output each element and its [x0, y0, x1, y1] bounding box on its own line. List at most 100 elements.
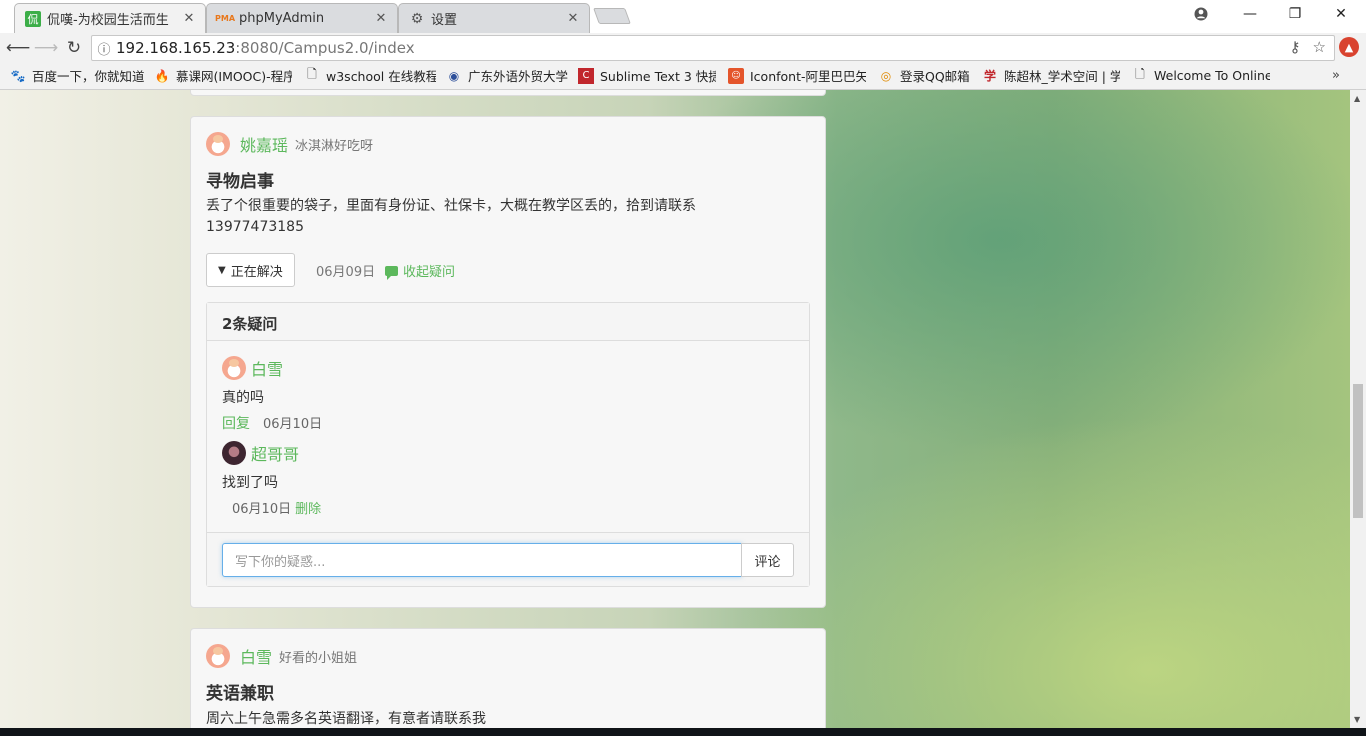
post-author-signature: 好看的小姐姐 — [279, 650, 358, 666]
url-host: 192.168.165.23 — [116, 39, 236, 57]
profile-icon[interactable] — [1178, 0, 1224, 28]
post-author-row: 白雪 好看的小姐姐 — [206, 644, 357, 668]
avatar[interactable] — [222, 356, 246, 380]
bookmark-welcome[interactable]: 🗋 Welcome To Online — [1132, 68, 1270, 84]
post-author-row: 姚嘉瑶 冰淇淋好吃呀 — [206, 132, 373, 156]
comment-form: 写下你的疑惑... 评论 — [207, 532, 809, 586]
tab-phpmyadmin[interactable]: PMA phpMyAdmin ✕ — [206, 3, 398, 33]
bookmark-qqmail[interactable]: ◎ 登录QQ邮箱 — [878, 66, 972, 85]
university-logo-icon: ◉ — [448, 68, 460, 83]
comment-text: 真的吗 — [222, 390, 264, 406]
comment-date: 06月10日 — [263, 417, 323, 432]
post-title: 寻物启事 — [206, 172, 274, 192]
bookmark-imooc[interactable]: 🔥 慕课网(IMOOC)-程序 — [154, 66, 292, 85]
close-icon[interactable]: ✕ — [373, 11, 389, 26]
comment-author-row: 白雪 — [222, 356, 283, 380]
scroll-down-arrow-icon[interactable]: ▼ — [1354, 715, 1360, 724]
post-body: 丢了个很重要的袋子，里面有身份证、社保卡，大概在教学区丢的，拾到请联系13977… — [206, 198, 696, 235]
baidu-paw-icon: 🐾 — [10, 68, 26, 83]
post-card: 姚嘉瑶 冰淇淋好吃呀 寻物启事 丢了个很重要的袋子，里面有身份证、社保卡，大概在… — [190, 116, 826, 608]
back-button[interactable]: ⟵ — [4, 34, 32, 62]
page-icon: 🗋 — [307, 67, 317, 81]
comment-meta: 06月10日 删除 — [232, 498, 321, 517]
key-icon[interactable]: ⚷ — [1290, 38, 1301, 56]
comment-input[interactable]: 写下你的疑惑... — [222, 543, 742, 577]
bookmark-label: w3school 在线教程 — [326, 69, 436, 84]
close-icon[interactable]: ✕ — [181, 11, 197, 26]
tab-settings[interactable]: ⚙ 设置 ✕ — [398, 3, 590, 33]
delete-link[interactable]: 删除 — [295, 498, 321, 517]
forward-button[interactable]: ⟶ — [32, 34, 60, 62]
scroll-up-arrow-icon[interactable]: ▲ — [1354, 94, 1360, 103]
academic-logo-icon: 学 — [983, 69, 996, 83]
new-tab-button[interactable] — [593, 8, 631, 24]
avatar[interactable] — [206, 644, 230, 668]
page-scrollbar[interactable]: ▲ ▼ — [1350, 90, 1366, 728]
comment-author-row: 超哥哥 — [222, 441, 299, 465]
url-path: :8080/Campus2.0/index — [235, 39, 415, 57]
bookmark-label: Sublime Text 3 快捷 — [600, 69, 716, 84]
window-close-button[interactable]: ✕ — [1318, 0, 1364, 28]
bookmark-academic[interactable]: 学陈超林_学术空间 | 学 — [982, 66, 1120, 85]
iconfont-logo-icon: ☺ — [728, 67, 744, 84]
caret-down-icon: ▼ — [218, 264, 226, 276]
comments-header: 2条疑问 — [207, 303, 809, 341]
address-bar[interactable]: ⓘ 192.168.165.23:8080/Campus2.0/index ⚷ … — [91, 35, 1335, 61]
sublime-icon: C — [578, 67, 594, 84]
post-author-name[interactable]: 白雪 — [240, 644, 272, 668]
avatar[interactable] — [206, 132, 230, 156]
flame-icon: 🔥 — [154, 68, 170, 83]
tab-campus[interactable]: 侃 侃嘆-为校园生活而生 ✕ — [14, 3, 206, 33]
post-body: 周六上午急需多名英语翻译，有意者请联系我 — [206, 711, 486, 727]
os-taskbar — [0, 728, 1366, 736]
browser-tab-strip: 侃 侃嘆-为校园生活而生 ✕ PMA phpMyAdmin ✕ ⚙ 设置 ✕ —… — [0, 0, 1366, 33]
post-author-name[interactable]: 姚嘉瑶 — [240, 132, 288, 156]
post-date: 06月09日 — [316, 265, 376, 280]
close-icon[interactable]: ✕ — [565, 11, 581, 26]
bookmark-gdufs[interactable]: ◉ 广东外语外贸大学 — [446, 66, 568, 85]
comment-meta: 回复 06月10日 — [222, 413, 322, 433]
browser-toolbar: ⟵ ⟶ ↻ ⓘ 192.168.165.23:8080/Campus2.0/in… — [0, 33, 1366, 62]
gear-icon: ⚙ — [410, 10, 424, 27]
bookmark-label: Welcome To Online — [1154, 68, 1270, 83]
comments-panel: 2条疑问 白雪 真的吗 回复 06月10日 超哥哥 找到了吗 06月10日 删除… — [206, 302, 810, 587]
info-icon[interactable]: ⓘ — [92, 39, 116, 58]
tab-title: 侃嘆-为校园生活而生 — [47, 13, 169, 28]
comment-submit-button[interactable]: 评论 — [741, 543, 794, 577]
bookmark-baidu[interactable]: 🐾 百度一下，你就知道 — [10, 66, 145, 85]
star-icon[interactable]: ☆ — [1313, 38, 1326, 56]
page-viewport: 姚嘉瑶 冰淇淋好吃呀 寻物启事 丢了个很重要的袋子，里面有身份证、社保卡，大概在… — [0, 90, 1350, 728]
bookmark-sublime[interactable]: C Sublime Text 3 快捷 — [578, 66, 716, 85]
reply-link[interactable]: 回复 — [222, 413, 250, 433]
bookmark-label: 陈超林_学术空间 | 学 — [1004, 69, 1120, 84]
tab-title: phpMyAdmin — [239, 11, 325, 26]
bookmarks-overflow-button[interactable]: » — [1332, 68, 1340, 83]
campus-favicon-icon: 侃 — [25, 10, 41, 27]
collapse-questions-link[interactable]: 收起疑问 — [385, 261, 455, 280]
extension-icon[interactable]: ▲ — [1339, 37, 1359, 57]
comment-author-name[interactable]: 白雪 — [251, 356, 283, 380]
comment-text: 找到了吗 — [222, 475, 278, 491]
status-dropdown-button[interactable]: ▼ 正在解决 — [206, 253, 295, 287]
post-author-signature: 冰淇淋好吃呀 — [295, 138, 374, 154]
comment-author-name[interactable]: 超哥哥 — [251, 441, 299, 465]
page-icon: 🗋 — [1135, 67, 1145, 82]
scrollbar-thumb[interactable] — [1353, 384, 1363, 518]
bookmark-w3school[interactable]: 🗋 w3school 在线教程 — [304, 66, 436, 85]
post-title: 英语兼职 — [206, 684, 274, 704]
next-post-card: 白雪 好看的小姐姐 英语兼职 周六上午急需多名英语翻译，有意者请联系我 — [190, 628, 826, 728]
phpmyadmin-favicon-icon: PMA — [215, 14, 236, 23]
minimize-button[interactable]: — — [1227, 0, 1273, 28]
reload-button[interactable]: ↻ — [60, 34, 88, 62]
bookmark-label: Iconfont-阿里巴巴矢 — [750, 69, 866, 84]
avatar[interactable] — [222, 441, 246, 465]
tab-title: 设置 — [431, 13, 458, 28]
chrome-logo-icon: ◎ — [880, 68, 892, 83]
comment-date: 06月10日 — [232, 502, 292, 517]
status-label: 正在解决 — [230, 264, 283, 280]
restore-button[interactable]: ❐ — [1272, 0, 1318, 28]
bookmark-iconfont[interactable]: ☺ Iconfont-阿里巴巴矢 — [728, 66, 866, 85]
comment-icon — [385, 265, 398, 280]
bookmarks-bar: 🐾 百度一下，你就知道 🔥 慕课网(IMOOC)-程序 🗋 w3school 在线教程… — [0, 62, 1366, 90]
previous-post-card — [190, 90, 826, 96]
